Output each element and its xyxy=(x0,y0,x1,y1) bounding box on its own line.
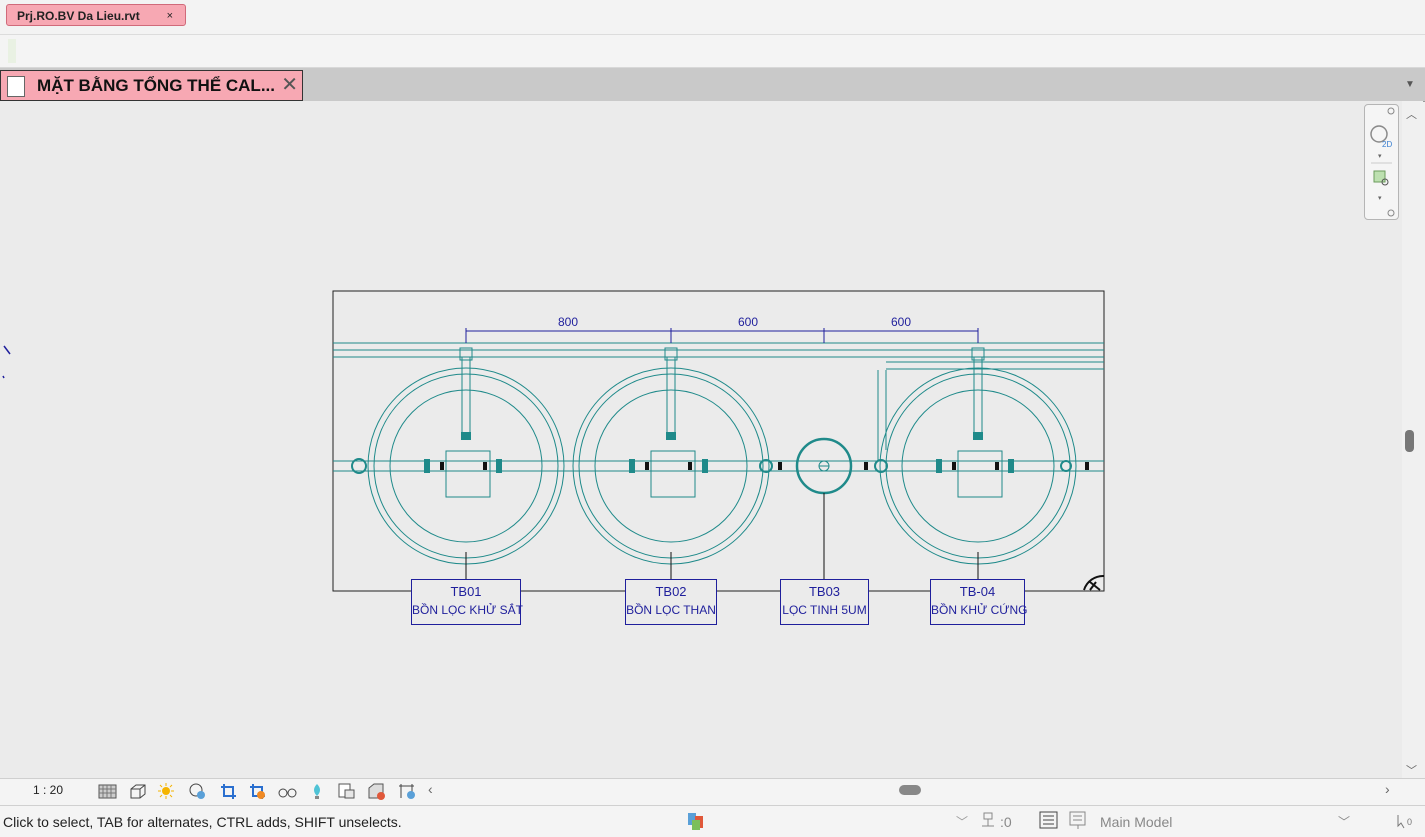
svg-text:▾: ▾ xyxy=(1378,153,1382,160)
svg-text:▾: ▾ xyxy=(1378,195,1382,202)
dimension-label[interactable]: 600 xyxy=(891,315,911,329)
highlight-displacement-icon[interactable] xyxy=(367,782,387,800)
file-tab-bar xyxy=(0,0,1425,35)
shadows-icon[interactable] xyxy=(187,782,207,800)
model-dropdown-icon[interactable]: ﹀ xyxy=(1338,813,1350,830)
selection-count: :0 xyxy=(1000,814,1012,830)
navbar-close-icon[interactable] xyxy=(1387,107,1395,115)
equipment-tag[interactable]: TB03 LỌC TINH 5UM xyxy=(780,579,869,625)
sun-path-icon[interactable] xyxy=(157,782,177,800)
tag-code: TB02 xyxy=(655,584,687,599)
filter-tb03 xyxy=(795,437,853,495)
selection-options-icon[interactable]: 0 xyxy=(1394,812,1420,830)
drawing-svg xyxy=(2,290,1105,592)
tag-code: TB03 xyxy=(808,584,841,599)
temporary-hide-icon[interactable] xyxy=(278,782,298,800)
file-tab-title: Prj.RO.BV Da Lieu.rvt xyxy=(17,9,140,23)
temporary-view-properties-icon[interactable] xyxy=(337,782,357,800)
tag-name: BỒN LỌC THAN xyxy=(626,603,716,617)
show-crop-region-icon[interactable] xyxy=(248,782,268,800)
reveal-constraints-icon[interactable] xyxy=(397,782,417,800)
file-tab[interactable]: Prj.RO.BV Da Lieu.rvt × xyxy=(6,4,186,26)
crop-view-icon[interactable] xyxy=(219,782,239,800)
svg-text:2D: 2D xyxy=(1382,140,1392,149)
tag-code: TB-04 xyxy=(959,584,996,599)
scroll-down-icon[interactable]: ﹀ xyxy=(1406,762,1417,778)
tool-strip xyxy=(0,35,1425,68)
file-tab-close-icon[interactable]: × xyxy=(167,5,173,27)
active-model-select[interactable]: Main Model xyxy=(1100,814,1172,830)
view-tab[interactable]: MẶT BẰNG TỔNG THỂ CAL... ✕ xyxy=(0,70,303,101)
navigation-bar: 2D ▾ ▾ xyxy=(1364,104,1399,220)
navbar-options-icon[interactable] xyxy=(1387,209,1395,217)
scroll-left-icon[interactable]: ‹ xyxy=(428,781,433,797)
filter-icon[interactable] xyxy=(980,810,1002,830)
dimension-label[interactable]: 800 xyxy=(558,315,578,329)
status-message: Click to select, TAB for alternates, CTR… xyxy=(3,814,402,830)
detail-level-icon[interactable] xyxy=(98,782,118,800)
editing-requests-icon[interactable] xyxy=(1068,810,1090,830)
view-tab-title: MẶT BẰNG TỔNG THỂ CAL... xyxy=(37,76,275,95)
zoom-region-icon[interactable]: ▾ xyxy=(1373,170,1389,202)
workset-dropdown-icon[interactable]: ﹀ xyxy=(956,813,968,830)
dimension-label[interactable]: 600 xyxy=(738,315,758,329)
svg-text:0: 0 xyxy=(1407,817,1412,827)
view-tab-close-icon[interactable]: ✕ xyxy=(281,72,298,97)
toolbar-grip[interactable] xyxy=(8,39,16,63)
reveal-hidden-icon[interactable] xyxy=(308,782,328,800)
tag-name: BỒN KHỬ CỨNG xyxy=(931,603,1028,617)
tag-name: BỒN LỌC KHỬ SẮT xyxy=(412,603,523,617)
view-control-bar xyxy=(0,778,1425,805)
tab-list-dropdown-icon[interactable]: ▼ xyxy=(1405,79,1415,90)
tag-code: TB01 xyxy=(450,584,482,599)
tag-name: LỌC TINH 5UM xyxy=(782,603,867,617)
scroll-right-icon[interactable]: › xyxy=(1385,781,1390,797)
equipment-tag[interactable]: TB-04 BỒN KHỬ CỨNG xyxy=(930,579,1028,625)
drawing-canvas[interactable]: 800 600 600 TB01 BỒN LỌC KHỬ SẮT TB02 BỒ… xyxy=(0,101,1402,778)
worksets-icon[interactable] xyxy=(686,810,710,832)
steering-wheel-2d-icon[interactable]: 2D ▾ xyxy=(1370,125,1392,160)
visual-style-icon[interactable] xyxy=(128,782,148,800)
design-options-icon[interactable] xyxy=(1038,810,1060,830)
equipment-tag[interactable]: TB01 BỒN LỌC KHỬ SẮT xyxy=(411,579,523,625)
vertical-scroll-thumb[interactable] xyxy=(1405,430,1414,452)
equipment-tag[interactable]: TB02 BỒN LỌC THAN xyxy=(625,579,717,625)
crop-region[interactable] xyxy=(332,290,1105,592)
view-scale[interactable]: 1 : 20 xyxy=(33,783,63,797)
floor-plan-icon xyxy=(7,76,25,97)
scroll-up-icon[interactable]: ︿ xyxy=(1406,106,1417,122)
horizontal-scroll-thumb[interactable] xyxy=(899,785,921,795)
